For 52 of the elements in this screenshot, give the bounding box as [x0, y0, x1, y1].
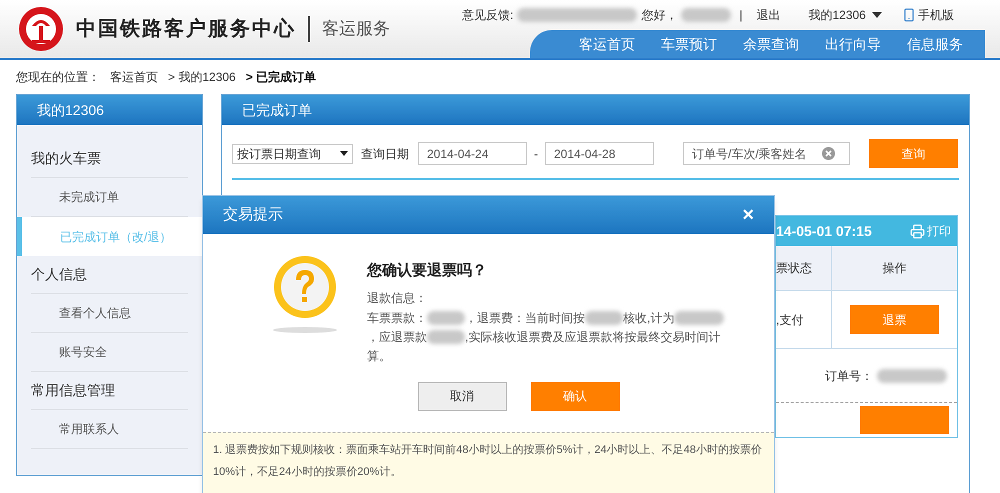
sidebar-item[interactable]: 常用联系人 [31, 410, 188, 449]
nav-item[interactable]: 客运首页 [579, 34, 635, 54]
printer-icon [910, 224, 925, 238]
clear-icon[interactable] [822, 147, 835, 160]
refund-info-text: 车票票款： ，退票费：当前时间按 核收,计为 ，应退票款 ,实际核收退票费及应退票款将按最终交易时间计算。 [367, 308, 727, 366]
date-separator: - [534, 146, 538, 162]
nav-item[interactable]: 车票预订 [661, 34, 717, 54]
panel-title: 已完成订单 [222, 95, 969, 125]
railway-logo-icon [18, 6, 64, 52]
blurred-text [877, 368, 947, 382]
date-field[interactable]: 2014-04-24 [418, 142, 527, 165]
close-button[interactable]: × [742, 205, 754, 225]
account-menu[interactable]: 我的12306 [808, 6, 882, 24]
feedback-label: 意见反馈: [462, 7, 514, 24]
column-header: 票状态 [776, 246, 832, 290]
phone-icon [902, 8, 916, 22]
current-page-label: > 已完成订单 [246, 69, 316, 86]
sidebar-title: 我的12306 [17, 95, 202, 125]
cancel-button[interactable]: 取消 [418, 382, 506, 410]
site-subtitle: 客运服务 [322, 18, 390, 40]
greeting-text: 您好， [641, 7, 678, 24]
sidebar-item[interactable]: 账号安全 [31, 333, 188, 372]
question-icon [271, 254, 339, 334]
table-cell: ,支付 [776, 291, 832, 348]
refund-info-label: 退款信息： [367, 290, 428, 306]
site-title: 中国铁路客户服务中心 [76, 16, 296, 42]
note-text: 1. 退票费按如下规则核收：票面乘车站开车时间前48小时以上的按票价5%计，24小时以上、不足48小时的按票价10%计，不足24小时的按票价20%计。 [213, 443, 763, 480]
blurred-text [681, 8, 732, 22]
dialog-title: 交易提示 [223, 204, 283, 225]
nav-item[interactable]: 余票查询 [743, 34, 799, 54]
order-time: 14-05-01 07:15 [776, 222, 872, 240]
sidebar-group: 常用信息管理 [31, 380, 115, 401]
breadcrumb-label: 您现在的位置： [16, 69, 100, 86]
dialog-question: 您确认要退票吗？ [367, 261, 488, 281]
search-field[interactable]: 订单号/车次/乘客姓名 [683, 142, 850, 165]
caret-icon [872, 12, 882, 18]
mobile-link[interactable]: 手机版 [902, 6, 954, 24]
sidebar-item[interactable]: 查看个人信息 [31, 294, 188, 333]
nav-item[interactable]: 信息服务 [907, 34, 963, 54]
column-header: 操作 [882, 260, 908, 277]
nav-item[interactable]: 出行向导 [825, 34, 881, 54]
logout-link[interactable]: 退出 [756, 6, 780, 24]
date-field[interactable]: 2014-04-28 [545, 142, 654, 165]
breadcrumb-link[interactable]: > 我的12306 [168, 68, 236, 86]
caret-icon [340, 151, 348, 156]
query-type-select[interactable]: 按订票日期查询 [232, 144, 353, 164]
sidebar-group: 个人信息 [31, 264, 87, 285]
date-label: 查询日期 [361, 146, 409, 162]
order-number-label: 订单号： [825, 368, 873, 384]
separator-text: | [739, 7, 742, 24]
breadcrumb-link[interactable]: 客运首页 [110, 68, 158, 86]
sidebar-group: 我的火车票 [31, 148, 101, 169]
